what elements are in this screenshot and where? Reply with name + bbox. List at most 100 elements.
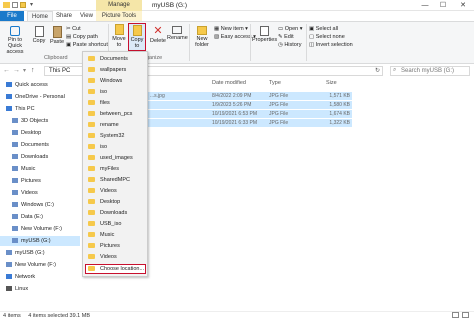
sidebar-item-label: New Volume (F:) — [21, 226, 62, 232]
forward-icon[interactable]: → — [13, 67, 20, 74]
delete-button[interactable]: ✕ Delete — [150, 25, 166, 45]
pin-button[interactable]: Pin to Quick access — [2, 26, 28, 55]
tab-share[interactable]: Share — [52, 11, 76, 21]
select-none-button[interactable]: ▢ Select none — [309, 34, 345, 41]
properties-button[interactable]: Properties — [252, 26, 277, 43]
copy-button[interactable]: Copy — [30, 26, 48, 44]
invert-selection-button[interactable]: ◫ Invert selection — [309, 42, 353, 49]
tab-view[interactable]: View — [76, 11, 97, 21]
new-folder-button[interactable]: New folder — [192, 26, 212, 48]
column-size[interactable]: Size — [326, 79, 337, 88]
new-item-label: New item — [220, 26, 244, 32]
menu-item[interactable]: Videos — [85, 186, 146, 196]
sidebar-item[interactable]: Quick access — [0, 80, 80, 90]
menu-item[interactable]: Documents — [85, 54, 146, 64]
sidebar-item-label: Data (E:) — [21, 214, 44, 220]
up-icon[interactable]: ↑ — [31, 67, 35, 74]
column-type[interactable]: Type — [269, 79, 281, 88]
chevron-down-icon[interactable]: ▾ — [30, 1, 33, 8]
rename-button[interactable]: Rename — [167, 26, 188, 41]
close-icon[interactable]: ✕ — [456, 0, 470, 11]
move-to-button[interactable]: Move to — [111, 24, 127, 48]
tab-manage[interactable]: Manage — [96, 0, 142, 11]
select-all-button[interactable]: ▣ Select all — [309, 26, 338, 33]
sidebar-item[interactable]: myUSB (G:) — [0, 248, 80, 258]
folder-icon — [88, 100, 95, 106]
sidebar-item[interactable]: Windows (C:) — [0, 200, 80, 210]
menu-item[interactable]: myFiles — [85, 164, 146, 174]
open-label: Open — [284, 26, 299, 32]
sidebar-item[interactable]: New Volume (F:) — [0, 224, 80, 234]
tab-file[interactable]: File — [0, 11, 24, 21]
sidebar-item[interactable]: Downloads — [0, 152, 80, 162]
maximize-icon[interactable]: ☐ — [436, 0, 450, 11]
properties-icon[interactable] — [12, 2, 18, 8]
sidebar-item[interactable]: New Volume (F:) — [0, 260, 80, 270]
menu-item[interactable]: wallpapers — [85, 65, 146, 75]
sidebar-item[interactable]: Documents — [0, 140, 80, 150]
menu-item[interactable]: Music — [85, 230, 146, 240]
tab-home[interactable]: Home — [27, 11, 54, 21]
drive-icon — [12, 190, 18, 196]
menu-item[interactable]: iso — [85, 87, 146, 97]
sidebar-item-label: Music — [21, 166, 36, 172]
menu-item[interactable]: used_images — [85, 153, 146, 163]
file-modified: 10/19/2021 6:53 PM — [212, 111, 258, 117]
menu-item-label: files — [100, 100, 110, 106]
this-pc-breadcrumb[interactable]: This PC — [49, 68, 70, 75]
details-view-icon[interactable] — [452, 312, 459, 318]
menu-item[interactable]: between_pcs — [85, 109, 146, 119]
delete-icon: ✕ — [153, 25, 163, 37]
file-modified: 1/9/2023 5:26 PM — [212, 102, 252, 108]
large-icons-view-icon[interactable] — [462, 312, 469, 318]
menu-item[interactable]: Videos — [85, 252, 146, 262]
menu-item[interactable]: Pictures — [85, 241, 146, 251]
minimize-icon[interactable]: — — [418, 0, 432, 11]
sidebar-item[interactable]: myUSB (G:) — [0, 236, 80, 246]
sidebar-item[interactable]: Pictures — [0, 176, 80, 186]
folder-icon — [3, 2, 10, 8]
paste-shortcut-button[interactable]: ▣ Paste shortcut — [66, 42, 108, 49]
sidebar-item[interactable]: Videos — [0, 188, 80, 198]
menu-item[interactable]: files — [85, 98, 146, 108]
menu-item[interactable]: rename — [85, 120, 146, 130]
menu-item[interactable]: SharedMPC — [85, 175, 146, 185]
recent-chevron-icon[interactable]: ▾ — [23, 67, 26, 74]
select-none-label: Select none — [315, 34, 345, 40]
tab-picture-tools[interactable]: Picture Tools — [96, 11, 142, 21]
new-item-button[interactable]: ▦ New item ▾ — [214, 26, 248, 33]
menu-item[interactable]: Downloads — [85, 208, 146, 218]
paste-shortcut-label: Paste shortcut — [72, 42, 108, 48]
copy-to-button[interactable]: Copy to — [128, 23, 146, 51]
column-date-modified[interactable]: Date modified — [212, 79, 246, 88]
history-button[interactable]: ◷ History — [278, 42, 301, 49]
choose-location-label: Choose location... — [100, 266, 145, 272]
title-bar — [0, 0, 474, 11]
new-folder-quick-icon[interactable] — [20, 2, 26, 8]
sidebar-item[interactable]: Music — [0, 164, 80, 174]
sidebar-item[interactable]: Data (E:) — [0, 212, 80, 222]
menu-item-label: between_pcs — [100, 111, 133, 117]
menu-item[interactable]: System32 — [85, 131, 146, 141]
menu-item[interactable]: Windows — [85, 76, 146, 86]
sidebar-item[interactable]: Desktop — [0, 128, 80, 138]
menu-item[interactable]: Desktop — [85, 197, 146, 207]
sidebar-item[interactable]: Network — [0, 272, 80, 282]
sidebar-item[interactable]: 3D Objects — [0, 116, 80, 126]
edit-button[interactable]: ✎ Edit — [278, 34, 294, 41]
sidebar-item[interactable]: This PC — [0, 104, 80, 114]
menu-item-label: System32 — [100, 133, 125, 139]
sidebar-item[interactable]: OneDrive - Personal — [0, 92, 80, 102]
menu-item[interactable]: USB_iso — [85, 219, 146, 229]
cut-button[interactable]: ✂ Cut — [66, 26, 81, 33]
copy-path-button[interactable]: ▤ Copy path — [66, 34, 98, 41]
back-icon[interactable]: ← — [3, 67, 10, 74]
search-input[interactable]: Search myUSB (G:) — [390, 66, 470, 76]
sidebar-item[interactable]: Linux — [0, 284, 80, 294]
refresh-icon[interactable]: ↻ — [375, 67, 380, 74]
paste-button[interactable]: Paste — [49, 26, 65, 45]
menu-item[interactable]: iso — [85, 142, 146, 152]
choose-location-item[interactable]: Choose location... — [85, 264, 146, 274]
history-label: History — [284, 42, 302, 48]
open-button[interactable]: ▭ Open ▾ — [278, 26, 303, 33]
